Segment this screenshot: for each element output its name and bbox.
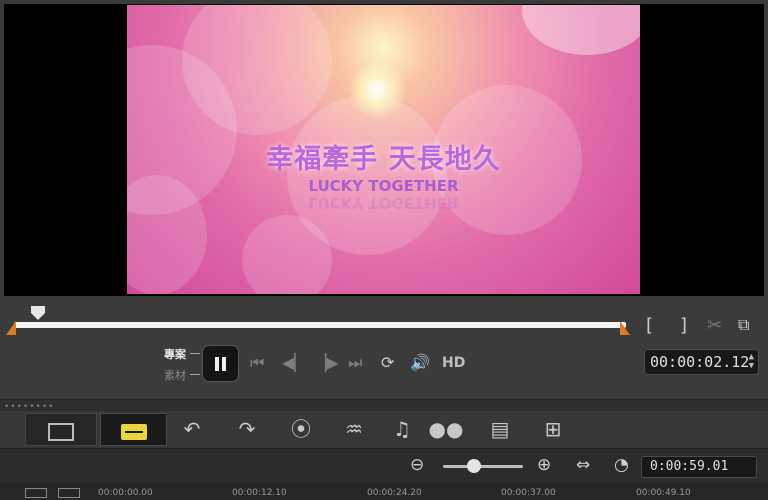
next-frame-icon[interactable]: ▕▶ [314, 353, 339, 372]
timeline-ruler[interactable]: 00:00:00.00 00:00:12.10 00:00:24.20 00:0… [0, 483, 768, 500]
previous-frame-icon[interactable]: ◀▏ [282, 353, 307, 372]
clip-mode-label[interactable]: 素材 [164, 367, 186, 383]
multi-camera-icon[interactable]: ⊞ [537, 413, 569, 446]
mark-in-icon[interactable]: [ [646, 315, 653, 336]
storyboard-view-button[interactable] [25, 413, 97, 446]
ruler-tick: 00:00:49.10 [636, 488, 691, 498]
video-title-english: LUCKY TOGETHER [308, 177, 459, 195]
timecode-display[interactable]: 00:00:02.12 ▲ ▼ [644, 349, 759, 375]
repeat-icon[interactable]: ⟳ [381, 353, 394, 372]
hd-preview-toggle[interactable]: HD [442, 355, 465, 371]
timecode-spinner-icon[interactable]: ▲ ▼ [749, 353, 754, 371]
mode-connector [190, 353, 200, 354]
split-clip-icon[interactable]: ✂ [707, 315, 722, 336]
timeline-view-icon [120, 423, 147, 440]
zoom-slider-knob[interactable] [467, 459, 481, 473]
panel-splitter[interactable]: •••••••• [0, 397, 768, 412]
undo-icon[interactable]: ↶ [177, 413, 207, 446]
project-duration[interactable]: 0:00:59.01 [641, 456, 757, 478]
video-title-reflection: LUCKY TOGETHER [308, 194, 459, 212]
zoom-out-icon[interactable]: ⊖ [410, 455, 424, 475]
track-manager-icon[interactable] [25, 488, 47, 498]
add-chapter-icon[interactable] [58, 488, 80, 498]
auto-music-icon[interactable]: ♫ [386, 413, 418, 446]
subtitle-editor-icon[interactable]: ▤ [484, 413, 516, 446]
pause-button[interactable] [202, 345, 239, 382]
mode-connector [190, 374, 200, 375]
playback-panel: [ ] ✂ ⧉ 專案 素材 ⏮ ◀▏ ▕▶ ⏭ ⟳ 🔊 HD 00:00:02.… [0, 297, 768, 397]
go-to-end-icon[interactable]: ⏭ [348, 353, 362, 373]
motion-tracking-icon[interactable]: ●● [428, 413, 464, 446]
trim-start-marker[interactable] [6, 321, 16, 335]
zoom-in-icon[interactable]: ⊕ [537, 455, 551, 475]
storyboard-view-icon [48, 422, 74, 441]
fit-project-icon[interactable]: ⇔ [576, 455, 590, 475]
ruler-tick: 00:00:00.00 [98, 488, 153, 498]
timecode-value: 00:00:02.12 [650, 353, 750, 371]
zoom-slider[interactable] [443, 465, 523, 468]
scrubber-track[interactable] [14, 322, 626, 328]
record-capture-icon[interactable]: ⦿ [285, 413, 317, 446]
video-preview: 幸福牽手 天長地久 LUCKY TOGETHER LUCKY TOGETHER [127, 5, 640, 294]
project-duration-icon: ◔ [614, 455, 629, 475]
scrubber-handle[interactable] [31, 306, 45, 320]
project-mode-label[interactable]: 專案 [164, 346, 186, 362]
timeline-view-button[interactable] [100, 413, 167, 446]
preview-window: 幸福牽手 天長地久 LUCKY TOGETHER LUCKY TOGETHER [0, 0, 768, 297]
ruler-tick: 00:00:37.00 [501, 488, 556, 498]
zoom-bar: ⊖ ⊕ ⇔ ◔ 0:00:59.01 [0, 449, 768, 483]
redo-icon[interactable]: ↷ [232, 413, 262, 446]
mark-out-icon[interactable]: ] [680, 315, 687, 336]
light-flare [347, 60, 407, 120]
enlarge-preview-icon[interactable]: ⧉ [738, 315, 749, 335]
sound-mixer-icon[interactable]: ♒ [338, 413, 370, 446]
ruler-tick: 00:00:24.20 [367, 488, 422, 498]
timeline-toolbar: ↶ ↷ ⦿ ♒ ♫ ●● ▤ ⊞ [0, 411, 768, 449]
video-title-chinese: 幸福牽手 天長地久 [266, 144, 501, 175]
volume-icon[interactable]: 🔊 [410, 353, 430, 372]
ruler-tick: 00:00:12.10 [232, 488, 287, 498]
go-to-start-icon[interactable]: ⏮ [250, 353, 264, 373]
